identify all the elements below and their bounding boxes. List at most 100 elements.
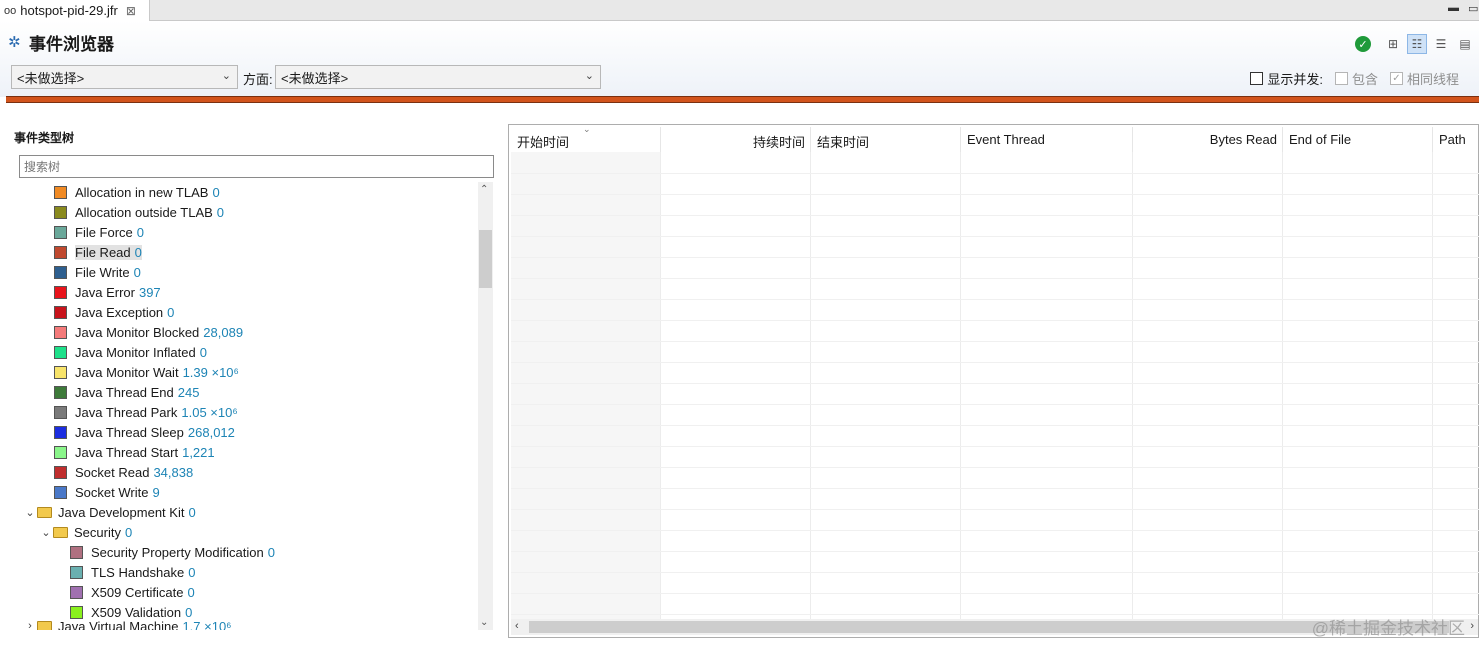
column-header[interactable]: 结束时间: [811, 127, 961, 152]
tree-folder[interactable]: ⌄ Security 0: [39, 522, 132, 542]
contains-label: 包含: [1351, 72, 1378, 87]
maximize-icon[interactable]: ▭: [1468, 2, 1478, 15]
tree-item[interactable]: Java Thread End 245: [54, 382, 199, 402]
event-browser-icon: ✲: [8, 34, 21, 51]
tree-folder[interactable]: › Java Virtual Machine 1.7 ×10⁶: [23, 616, 232, 630]
tree-item[interactable]: Security Property Modification 0: [70, 542, 275, 562]
tree-item[interactable]: X509 Certificate 0: [70, 582, 195, 602]
chevron-down-icon[interactable]: ⌄: [480, 617, 488, 628]
table-row-divider: [511, 320, 1479, 321]
list-view-icon[interactable]: ☰: [1431, 34, 1451, 54]
tree-item[interactable]: TLS Handshake 0: [70, 562, 195, 582]
tree-item-text: Java Thread Park 1.05 ×10⁶: [75, 405, 238, 420]
event-color-swatch: [54, 325, 67, 339]
table-row-divider: [511, 194, 1479, 195]
table-row-divider: [511, 551, 1479, 552]
tree-item[interactable]: Socket Write 9: [54, 482, 160, 502]
tree-vertical-scrollbar[interactable]: ⌃ ⌄: [478, 182, 493, 630]
table-row-divider: [511, 257, 1479, 258]
same-thread-checkbox[interactable]: ✓ 相同线程: [1389, 69, 1459, 88]
column-header[interactable]: Event Thread: [961, 127, 1133, 152]
table-column: [961, 152, 1133, 620]
table-header: 开始时间 ⌄ 持续时间 结束时间 Event Thread Bytes Read End o…: [511, 124, 1479, 152]
tree-item-count: 0: [167, 304, 175, 320]
tree-item-count: 245: [177, 384, 200, 400]
chevron-down-icon[interactable]: ⌄: [39, 526, 53, 539]
tree-item[interactable]: File Write 0: [54, 262, 141, 282]
tree-item[interactable]: Java Thread Start 1,221: [54, 442, 215, 462]
tree-item[interactable]: Allocation in new TLAB 0: [54, 182, 220, 202]
tree-view-icon[interactable]: ☷: [1407, 34, 1427, 54]
table-row-divider: [511, 509, 1479, 510]
tree-item[interactable]: Java Exception 0: [54, 302, 174, 322]
tree-item[interactable]: File Read 0: [54, 242, 142, 262]
column-header[interactable]: 持续时间: [661, 127, 811, 152]
event-color-swatch: [54, 465, 67, 479]
tree-item-label: Java Thread Start: [75, 444, 179, 460]
tree-item[interactable]: File Force 0: [54, 222, 144, 242]
tree-item[interactable]: Allocation outside TLAB 0: [54, 202, 224, 222]
table-row-divider: [511, 173, 1479, 174]
contains-checkbox[interactable]: 包含: [1334, 69, 1378, 88]
tree-item-label: Security Property Modification: [91, 544, 264, 560]
chevron-up-icon[interactable]: ⌃: [480, 184, 488, 195]
event-color-swatch: [70, 585, 83, 599]
tree-item[interactable]: Java Monitor Blocked 28,089: [54, 322, 243, 342]
tree-item-text: File Write 0: [75, 265, 141, 280]
tree-item-text: Java Thread Start 1,221: [75, 445, 215, 460]
editor-tab-bar: oo hotspot-pid-29.jfr ⊠ ▬ ▭: [0, 0, 1479, 21]
column-header[interactable]: End of File: [1283, 127, 1433, 152]
tree-item[interactable]: Java Thread Sleep 268,012: [54, 422, 235, 442]
tree-item-text: Security Property Modification 0: [91, 545, 275, 560]
event-color-swatch: [54, 205, 67, 219]
event-type-combo[interactable]: <未做选择> ⌄: [11, 65, 238, 89]
sort-indicator-icon: ⌄: [583, 124, 591, 134]
tree-item[interactable]: Java Error 397: [54, 282, 161, 302]
tree-item-count: 0: [216, 204, 225, 220]
column-header[interactable]: Bytes Read: [1133, 127, 1283, 152]
tree-item[interactable]: Java Monitor Wait 1.39 ×10⁶: [54, 362, 239, 382]
tree-item-count: 1.05 ×10⁶: [181, 404, 238, 420]
tree-item[interactable]: Java Monitor Inflated 0: [54, 342, 207, 362]
tab-recording[interactable]: oo hotspot-pid-29.jfr ⊠: [0, 0, 150, 21]
tree-item[interactable]: Socket Read 34,838: [54, 462, 193, 482]
table-row-divider: [511, 383, 1479, 384]
tree-item-count: 0: [212, 184, 220, 200]
table-row-divider: [511, 341, 1479, 342]
column-header-label: Path: [1439, 132, 1466, 147]
chevron-down-icon[interactable]: ›: [23, 620, 37, 630]
aspect-combo[interactable]: <未做选择> ⌄: [275, 65, 601, 89]
show-concurrent-checkbox[interactable]: 显示并发:: [1250, 69, 1323, 88]
tree-item-count: 268,012: [187, 424, 235, 440]
column-header[interactable]: 开始时间 ⌄: [511, 124, 661, 152]
check-icon[interactable]: ✓: [1353, 34, 1373, 54]
table-row-divider: [511, 572, 1479, 573]
tree-item-label: X509 Certificate: [91, 584, 184, 600]
table-row-divider: [511, 215, 1479, 216]
tree-folder[interactable]: ⌄ Java Development Kit 0: [23, 502, 195, 522]
chevron-down-icon[interactable]: ⌄: [23, 506, 37, 519]
close-icon[interactable]: ⊠: [126, 4, 136, 18]
table-row-divider: [511, 299, 1479, 300]
event-color-swatch: [54, 365, 67, 379]
table-row-divider: [511, 425, 1479, 426]
chevron-right-icon[interactable]: ›: [1470, 620, 1474, 632]
column-header[interactable]: Path: [1433, 127, 1479, 152]
table-row-divider: [511, 404, 1479, 405]
tree-item-label: Java Monitor Blocked: [75, 324, 200, 340]
tree-item-label: File Force: [75, 224, 133, 240]
tree-item-text: TLS Handshake 0: [91, 565, 195, 580]
scrollbar-thumb[interactable]: [479, 230, 492, 288]
chevron-left-icon[interactable]: ‹: [515, 620, 519, 632]
new-page-icon[interactable]: ⊞: [1383, 34, 1403, 54]
folder-icon: [37, 620, 52, 630]
page-title-text: 事件浏览器: [29, 35, 114, 54]
tree-item-text: Java Thread End 245: [75, 385, 199, 400]
tree-search-input[interactable]: [19, 155, 494, 178]
tree-item-label: Allocation in new TLAB: [75, 184, 209, 200]
chevron-down-icon: ⌄: [221, 70, 231, 82]
minimize-icon[interactable]: ▬: [1448, 2, 1459, 14]
column-header-label: 结束时间: [817, 135, 870, 150]
tree-item[interactable]: Java Thread Park 1.05 ×10⁶: [54, 402, 238, 422]
table-view-icon[interactable]: ▤: [1455, 34, 1475, 54]
